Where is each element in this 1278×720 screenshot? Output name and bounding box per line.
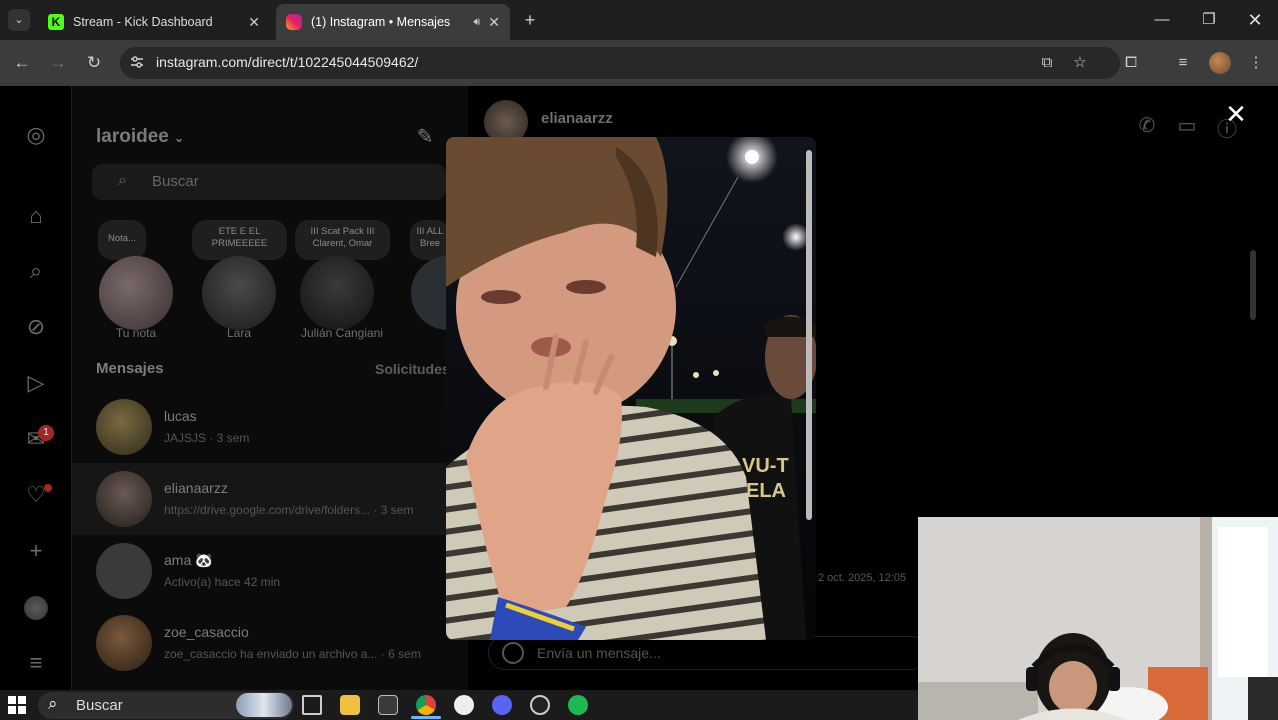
tab-kick-dashboard[interactable]: K Stream - Kick Dashboard ✕	[38, 4, 270, 40]
note-bubble[interactable]: ETE E EL PRIMEEEEE	[192, 220, 287, 260]
obs-icon[interactable]	[454, 695, 474, 715]
search-placeholder: Buscar	[152, 173, 199, 190]
windows-start-icon[interactable]	[8, 696, 26, 714]
tab-title: (1) Instagram • Mensajes	[311, 15, 451, 29]
install-app-icon[interactable]: ⧉	[1036, 52, 1058, 74]
notification-dot	[44, 484, 52, 492]
emoji-icon[interactable]	[502, 642, 524, 664]
compose-message-icon[interactable]: ✎	[413, 124, 437, 148]
message-timestamp: 2 oct. 2025, 12:05	[818, 572, 907, 584]
svg-text:VU-T: VU-T	[742, 455, 789, 477]
conversation-name: elianaarzz	[164, 480, 228, 496]
app-icon[interactable]	[530, 695, 550, 715]
profile-avatar[interactable]	[24, 596, 48, 620]
more-menu-icon[interactable]: ⋮	[1245, 52, 1267, 74]
media-controls-icon[interactable]: ≡	[1172, 52, 1194, 74]
search-icon: ⌕	[118, 172, 127, 189]
avatar[interactable]	[99, 256, 173, 330]
file-explorer-icon[interactable]	[340, 695, 360, 715]
forward-arrow-icon[interactable]: →	[47, 52, 69, 74]
restore-icon[interactable]: ❐	[1197, 8, 1221, 32]
window-close-icon[interactable]: ✕	[1243, 8, 1267, 32]
story-scrollbar[interactable]	[806, 150, 812, 520]
taskbar-search-label: Buscar	[76, 697, 123, 714]
avatar	[96, 543, 152, 599]
explore-compass-icon[interactable]: ⊘	[22, 313, 50, 341]
tab-search-chevron-icon[interactable]: ⌄	[8, 9, 30, 31]
home-icon[interactable]: ⌂	[22, 202, 50, 230]
note-name: Julián Cangiani	[300, 326, 384, 340]
menu-hamburger-icon[interactable]: ≡	[22, 649, 50, 677]
tab-instagram-mensajes[interactable]: (1) Instagram • Mensajes 🔊︎ ✕	[276, 4, 510, 40]
note-bubble[interactable]: III Scat Pack III Clarent, Omar	[295, 220, 390, 260]
webcam-feed	[918, 517, 1278, 720]
create-plus-icon[interactable]: +	[22, 537, 50, 565]
close-tab-icon[interactable]: ✕	[248, 14, 260, 31]
back-arrow-icon[interactable]: ←	[11, 52, 33, 74]
chrome-icon[interactable]	[416, 695, 436, 715]
account-switcher[interactable]: laroidee ⌄	[96, 126, 184, 148]
unread-badge: 1	[38, 425, 54, 441]
speaker-icon[interactable]: 🔊︎	[473, 16, 480, 29]
conversation-name: zoe_casaccio	[164, 624, 249, 640]
active-app-indicator	[411, 716, 441, 719]
avatar	[96, 615, 152, 671]
requests-link[interactable]: Solicitudes	[375, 361, 450, 377]
avatar	[96, 399, 152, 455]
svg-text:ELA: ELA	[746, 480, 786, 502]
reels-icon[interactable]: ▷	[22, 369, 50, 397]
search-icon: ⌕	[48, 694, 58, 713]
username: laroidee	[96, 126, 169, 147]
note-bubble[interactable]: III ALL Bree	[410, 220, 450, 260]
close-viewer-icon[interactable]: ✕	[1222, 100, 1250, 128]
instagram-logo-icon[interactable]: ◎	[22, 121, 50, 149]
search-input[interactable]	[92, 164, 446, 200]
new-tab-button[interactable]: +	[520, 10, 540, 30]
avatar	[96, 471, 152, 527]
kick-logo-icon: K	[48, 14, 64, 30]
search-icon[interactable]: ⌕	[22, 257, 50, 285]
discord-icon[interactable]	[492, 695, 512, 715]
conversation-preview: Activo(a) hace 42 min	[164, 575, 281, 589]
conversation-preview: zoe_casaccio ha enviado un archivo a... …	[164, 647, 421, 661]
avatar[interactable]	[300, 256, 374, 330]
url-text[interactable]: instagram.com/direct/t/102245044509462/	[156, 54, 418, 70]
close-tab-icon[interactable]: ✕	[488, 14, 500, 31]
phone-icon[interactable]: ✆	[1134, 113, 1160, 139]
video-call-icon[interactable]: ▭	[1174, 113, 1200, 139]
chat-contact-name[interactable]: elianaarzz	[541, 110, 613, 127]
spotify-icon[interactable]	[568, 695, 588, 715]
site-settings-icon[interactable]	[128, 53, 146, 71]
messages-heading: Mensajes	[96, 360, 164, 377]
avatar[interactable]	[202, 256, 276, 330]
conversation-preview: JAJSJS · 3 sem	[164, 431, 250, 445]
store-icon[interactable]	[378, 695, 398, 715]
task-view-icon[interactable]	[302, 695, 322, 715]
search-highlight-image[interactable]	[236, 693, 292, 717]
note-name: Tu nota	[115, 326, 157, 340]
minimize-icon[interactable]: —	[1150, 8, 1174, 32]
note-name: Lara	[226, 326, 252, 340]
message-input-placeholder: Envía un mensaje...	[537, 645, 661, 661]
conversation-preview: https://drive.google.com/drive/folders..…	[164, 503, 414, 517]
reload-icon[interactable]: ↻	[83, 52, 105, 74]
story-video-viewer[interactable]: VU-T ELA	[446, 137, 816, 640]
conversation-name: lucas	[164, 408, 197, 424]
instagram-logo-icon	[286, 14, 302, 30]
chat-scrollbar[interactable]	[1250, 250, 1256, 320]
bookmark-star-icon[interactable]: ☆	[1069, 52, 1091, 74]
profile-avatar[interactable]	[1209, 52, 1231, 74]
tab-title: Stream - Kick Dashboard	[73, 15, 213, 29]
extensions-icon[interactable]: ⧠	[1120, 52, 1142, 74]
chevron-down-icon: ⌄	[174, 131, 185, 145]
conversation-name: ama 🐼	[164, 552, 213, 568]
note-bubble[interactable]: Nota...	[98, 220, 146, 260]
